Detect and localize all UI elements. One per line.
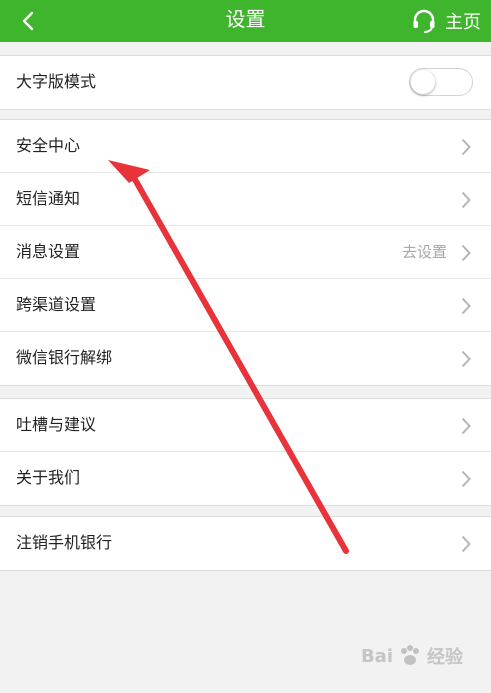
watermark-text: Bai	[360, 645, 393, 667]
row-label: 跨渠道设置	[16, 295, 97, 314]
row-label: 关于我们	[16, 468, 81, 487]
chevron-right-icon	[461, 297, 471, 315]
settings-group-main: 安全中心 短信通知 消息设置 去设置 跨渠道设置 微信银行解绑	[0, 119, 491, 386]
row-label: 短信通知	[16, 189, 81, 208]
large-font-mode-row: 大字版模式	[0, 56, 491, 109]
wechat-bank-unbind-row[interactable]: 微信银行解绑	[0, 332, 491, 385]
home-label: 主页	[445, 12, 481, 33]
toggle-knob	[411, 70, 435, 94]
large-font-mode-toggle[interactable]	[409, 68, 473, 96]
baidu-watermark: Bai 经验	[361, 643, 463, 669]
chevron-right-icon	[461, 535, 471, 553]
row-label: 大字版模式	[16, 72, 97, 91]
settings-group-account: 注销手机银行	[0, 516, 491, 571]
chevron-right-icon	[461, 138, 471, 156]
chevron-right-icon	[461, 417, 471, 435]
feedback-row[interactable]: 吐槽与建议	[0, 399, 491, 452]
settings-group-display: 大字版模式	[0, 55, 491, 110]
watermark-text-2: 经验	[427, 647, 463, 668]
chevron-right-icon	[461, 244, 471, 262]
about-us-row[interactable]: 关于我们	[0, 452, 491, 505]
chevron-right-icon	[461, 470, 471, 488]
cross-channel-settings-row[interactable]: 跨渠道设置	[0, 279, 491, 332]
chevron-right-icon	[461, 350, 471, 368]
row-label: 消息设置	[16, 242, 81, 261]
chevron-right-icon	[461, 191, 471, 209]
row-label: 注销手机银行	[16, 533, 113, 552]
cancel-mobile-banking-row[interactable]: 注销手机银行	[0, 517, 491, 570]
sms-notification-row[interactable]: 短信通知	[0, 173, 491, 226]
row-label: 吐槽与建议	[16, 415, 97, 434]
row-value: 去设置	[401, 243, 447, 261]
paw-icon	[401, 645, 419, 665]
headset-icon	[413, 9, 435, 33]
security-center-row[interactable]: 安全中心	[0, 120, 491, 173]
row-label: 安全中心	[16, 136, 81, 155]
row-label: 微信银行解绑	[16, 348, 113, 367]
message-settings-row[interactable]: 消息设置 去设置	[0, 226, 491, 279]
home-button[interactable]: 主页	[411, 0, 481, 42]
top-nav-bar: 设置 主页	[0, 0, 491, 42]
settings-group-feedback: 吐槽与建议 关于我们	[0, 398, 491, 506]
